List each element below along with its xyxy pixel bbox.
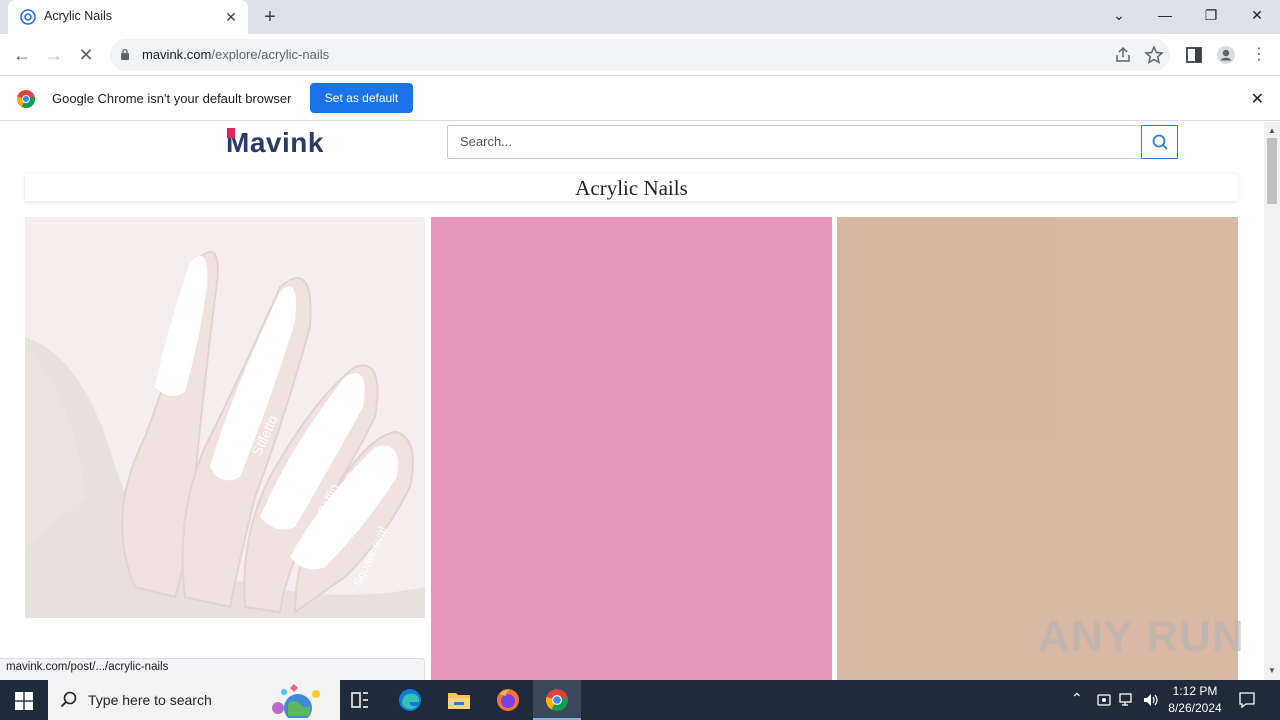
anyrun-watermark: ANY RUN [1038, 612, 1245, 662]
profile-avatar-icon[interactable] [1216, 45, 1236, 65]
forward-button[interactable]: → [41, 42, 67, 68]
site-search-button[interactable] [1141, 125, 1178, 159]
page-content: Mavink Search... Acrylic Nails Almond St… [0, 122, 1264, 680]
tab-search-chevron-icon[interactable]: ⌄ [1096, 0, 1142, 32]
nail-image-3[interactable] [837, 217, 1238, 680]
stop-loading-button[interactable]: ✕ [73, 42, 99, 68]
task-view-button[interactable] [336, 680, 384, 720]
browser-toolbar: ← → ✕ mavink.com/explore/acrylic-nails ⋮ [0, 34, 1280, 76]
search-highlight-globe-icon [272, 684, 320, 718]
clock-date: 8/26/2024 [1168, 701, 1222, 715]
folder-icon [448, 693, 470, 709]
set-as-default-button[interactable]: Set as default [310, 83, 413, 113]
chrome-logo-icon [16, 90, 36, 109]
tab-favicon-icon [20, 9, 36, 25]
firefox-taskbar-button[interactable] [484, 680, 532, 720]
windows-taskbar: Type here to search ⌃ 1:12 PM 8/26/2024 [0, 680, 1280, 720]
firefox-icon [497, 689, 519, 711]
chrome-taskbar-icon [545, 689, 569, 711]
taskbar-search-placeholder: Type here to search [88, 692, 212, 708]
logo-accent-icon [227, 128, 235, 138]
edge-icon [399, 689, 421, 711]
infobar-close-icon[interactable]: ✕ [1251, 89, 1264, 109]
taskbar-search-box[interactable]: Type here to search [48, 680, 340, 720]
start-button[interactable] [0, 680, 48, 720]
new-tab-button[interactable]: + [258, 6, 282, 28]
watermark-text: ANY RUN [1038, 612, 1245, 661]
nail-image-1[interactable]: Almond Stiletto Coffin Square oval [25, 217, 425, 618]
edge-taskbar-button[interactable] [386, 680, 434, 720]
meet-now-icon[interactable] [1096, 692, 1112, 708]
network-icon[interactable] [1118, 692, 1136, 708]
tab-title: Acrylic Nails [44, 9, 113, 23]
tab-strip: Acrylic Nails ✕ + ⌄ — ❐ ✕ [0, 0, 1280, 34]
nail-hand-illustration: Almond Stiletto Coffin Square oval [25, 217, 425, 618]
site-search-input[interactable]: Search... [447, 125, 1142, 159]
minimize-button[interactable]: — [1142, 0, 1188, 32]
bookmark-star-icon[interactable] [1144, 45, 1164, 65]
browser-tab[interactable]: Acrylic Nails ✕ [8, 0, 248, 34]
task-view-icon [351, 692, 368, 708]
taskbar-clock[interactable]: 1:12 PM 8/26/2024 [1160, 683, 1230, 717]
page-title: Acrylic Nails [575, 176, 688, 200]
file-explorer-taskbar-button[interactable] [435, 680, 483, 720]
default-browser-infobar: Google Chrome isn't your default browser… [0, 77, 1280, 121]
scrollbar-thumb[interactable] [1267, 138, 1277, 204]
show-hidden-icons-chevron-icon[interactable]: ⌃ [1071, 690, 1083, 707]
restore-button[interactable]: ❐ [1188, 0, 1234, 32]
url-domain: mavink.com [142, 47, 212, 62]
tab-close-icon[interactable]: ✕ [222, 8, 240, 26]
scroll-up-arrow-icon[interactable]: ▲ [1268, 126, 1276, 135]
link-status-bar: mavink.com/post/.../acrylic-nails [0, 658, 425, 680]
address-bar[interactable]: mavink.com/explore/acrylic-nails [110, 39, 1170, 71]
image-placeholder-block [837, 217, 1055, 439]
taskbar-search-icon [60, 691, 77, 708]
notifications-icon[interactable] [1238, 691, 1256, 709]
share-icon[interactable] [1113, 45, 1133, 65]
scroll-down-arrow-icon[interactable]: ▼ [1268, 666, 1276, 675]
mavink-logo[interactable]: Mavink [226, 127, 324, 161]
side-panel-icon[interactable] [1184, 45, 1204, 65]
back-button[interactable]: ← [9, 42, 35, 68]
chrome-taskbar-button[interactable] [533, 680, 581, 720]
url-text: mavink.com/explore/acrylic-nails [142, 47, 329, 62]
search-icon [1152, 134, 1168, 150]
lock-icon [121, 48, 129, 60]
url-path: /explore/acrylic-nails [211, 47, 330, 62]
windows-logo-icon [15, 692, 33, 710]
page-scrollbar[interactable]: ▲ ▼ [1264, 122, 1280, 680]
nail-image-2[interactable] [431, 217, 832, 680]
heading-bar: Acrylic Nails [25, 174, 1238, 201]
infobar-message: Google Chrome isn't your default browser [52, 91, 292, 106]
chrome-menu-icon[interactable]: ⋮ [1246, 42, 1272, 68]
window-close-button[interactable]: ✕ [1234, 0, 1280, 32]
logo-text: Mavink [226, 127, 324, 158]
volume-icon[interactable] [1142, 692, 1160, 708]
clock-time: 1:12 PM [1172, 684, 1218, 698]
